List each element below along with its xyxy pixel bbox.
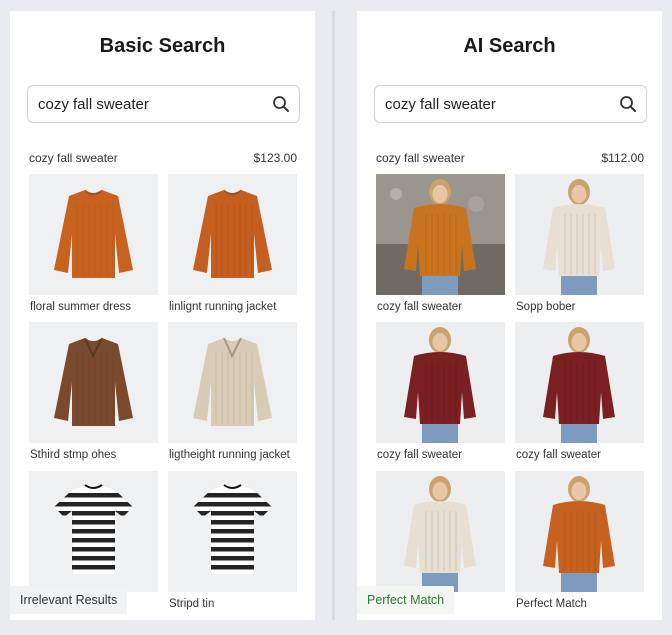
product-card[interactable]: ligtheight running jacket — [168, 322, 297, 461]
panel-title: Basic Search — [99, 35, 226, 57]
product-image[interactable] — [376, 471, 505, 592]
product-caption: Sopp bober — [516, 301, 576, 313]
product-image[interactable] — [376, 322, 505, 443]
product-card[interactable]: Stripd tin — [168, 471, 297, 610]
ai-search-panel: AI Search cozy fall sweater $112.00 cozy… — [357, 11, 662, 620]
result-price: $112.00 — [601, 151, 645, 165]
panel-divider — [332, 11, 335, 620]
search-icon[interactable] — [619, 95, 637, 113]
result-price: $123.00 — [253, 151, 297, 165]
product-image[interactable] — [29, 471, 158, 592]
product-image[interactable] — [168, 174, 297, 295]
product-image[interactable] — [376, 174, 505, 295]
product-image[interactable] — [515, 174, 644, 295]
search-box[interactable] — [374, 85, 647, 123]
product-card[interactable]: cozy fall sweater — [515, 322, 644, 461]
product-caption: linlignt running jacket — [169, 301, 277, 313]
panel-title: AI Search — [463, 35, 556, 57]
product-caption: floral summer dress — [30, 301, 131, 313]
search-input[interactable] — [385, 86, 615, 122]
product-image[interactable] — [515, 471, 644, 592]
product-card[interactable]: cozy fall sweater — [376, 322, 505, 461]
product-card[interactable]: floral summer dress — [29, 174, 158, 313]
product-card[interactable]: Sopp bober — [515, 174, 644, 313]
search-input[interactable] — [38, 86, 268, 122]
product-caption: cozy fall sweater — [516, 449, 602, 461]
product-image[interactable] — [515, 322, 644, 443]
result-query: cozy fall sweater — [29, 151, 118, 165]
product-caption: Stripd tin — [169, 598, 215, 610]
product-caption: cozy fall sweater — [377, 449, 463, 461]
search-icon[interactable] — [272, 95, 290, 113]
result-query: cozy fall sweater — [376, 151, 465, 165]
product-caption: Perfect Match — [516, 598, 587, 610]
product-image[interactable] — [168, 471, 297, 592]
irrelevant-results-label: Irrelevant Results — [10, 586, 128, 614]
product-caption: ligtheight running jacket — [169, 449, 290, 461]
product-card[interactable]: cozy fall sweater — [376, 174, 505, 313]
product-card[interactable] — [29, 471, 158, 592]
basic-search-panel: Basic Search cozy fall sweater $123.00 f… — [10, 11, 315, 620]
product-card[interactable]: Perfect Match — [515, 471, 644, 610]
product-card[interactable] — [376, 471, 505, 592]
perfect-match-label: Perfect Match — [357, 586, 455, 614]
product-image[interactable] — [168, 322, 297, 443]
search-box[interactable] — [27, 85, 300, 123]
product-image[interactable] — [29, 174, 158, 295]
product-image[interactable] — [29, 322, 158, 443]
product-card[interactable]: Sthird stmp ohes — [29, 322, 158, 461]
product-card[interactable]: linlignt running jacket — [168, 174, 297, 313]
product-caption: Sthird stmp ohes — [30, 449, 117, 461]
product-caption: cozy fall sweater — [377, 301, 463, 313]
